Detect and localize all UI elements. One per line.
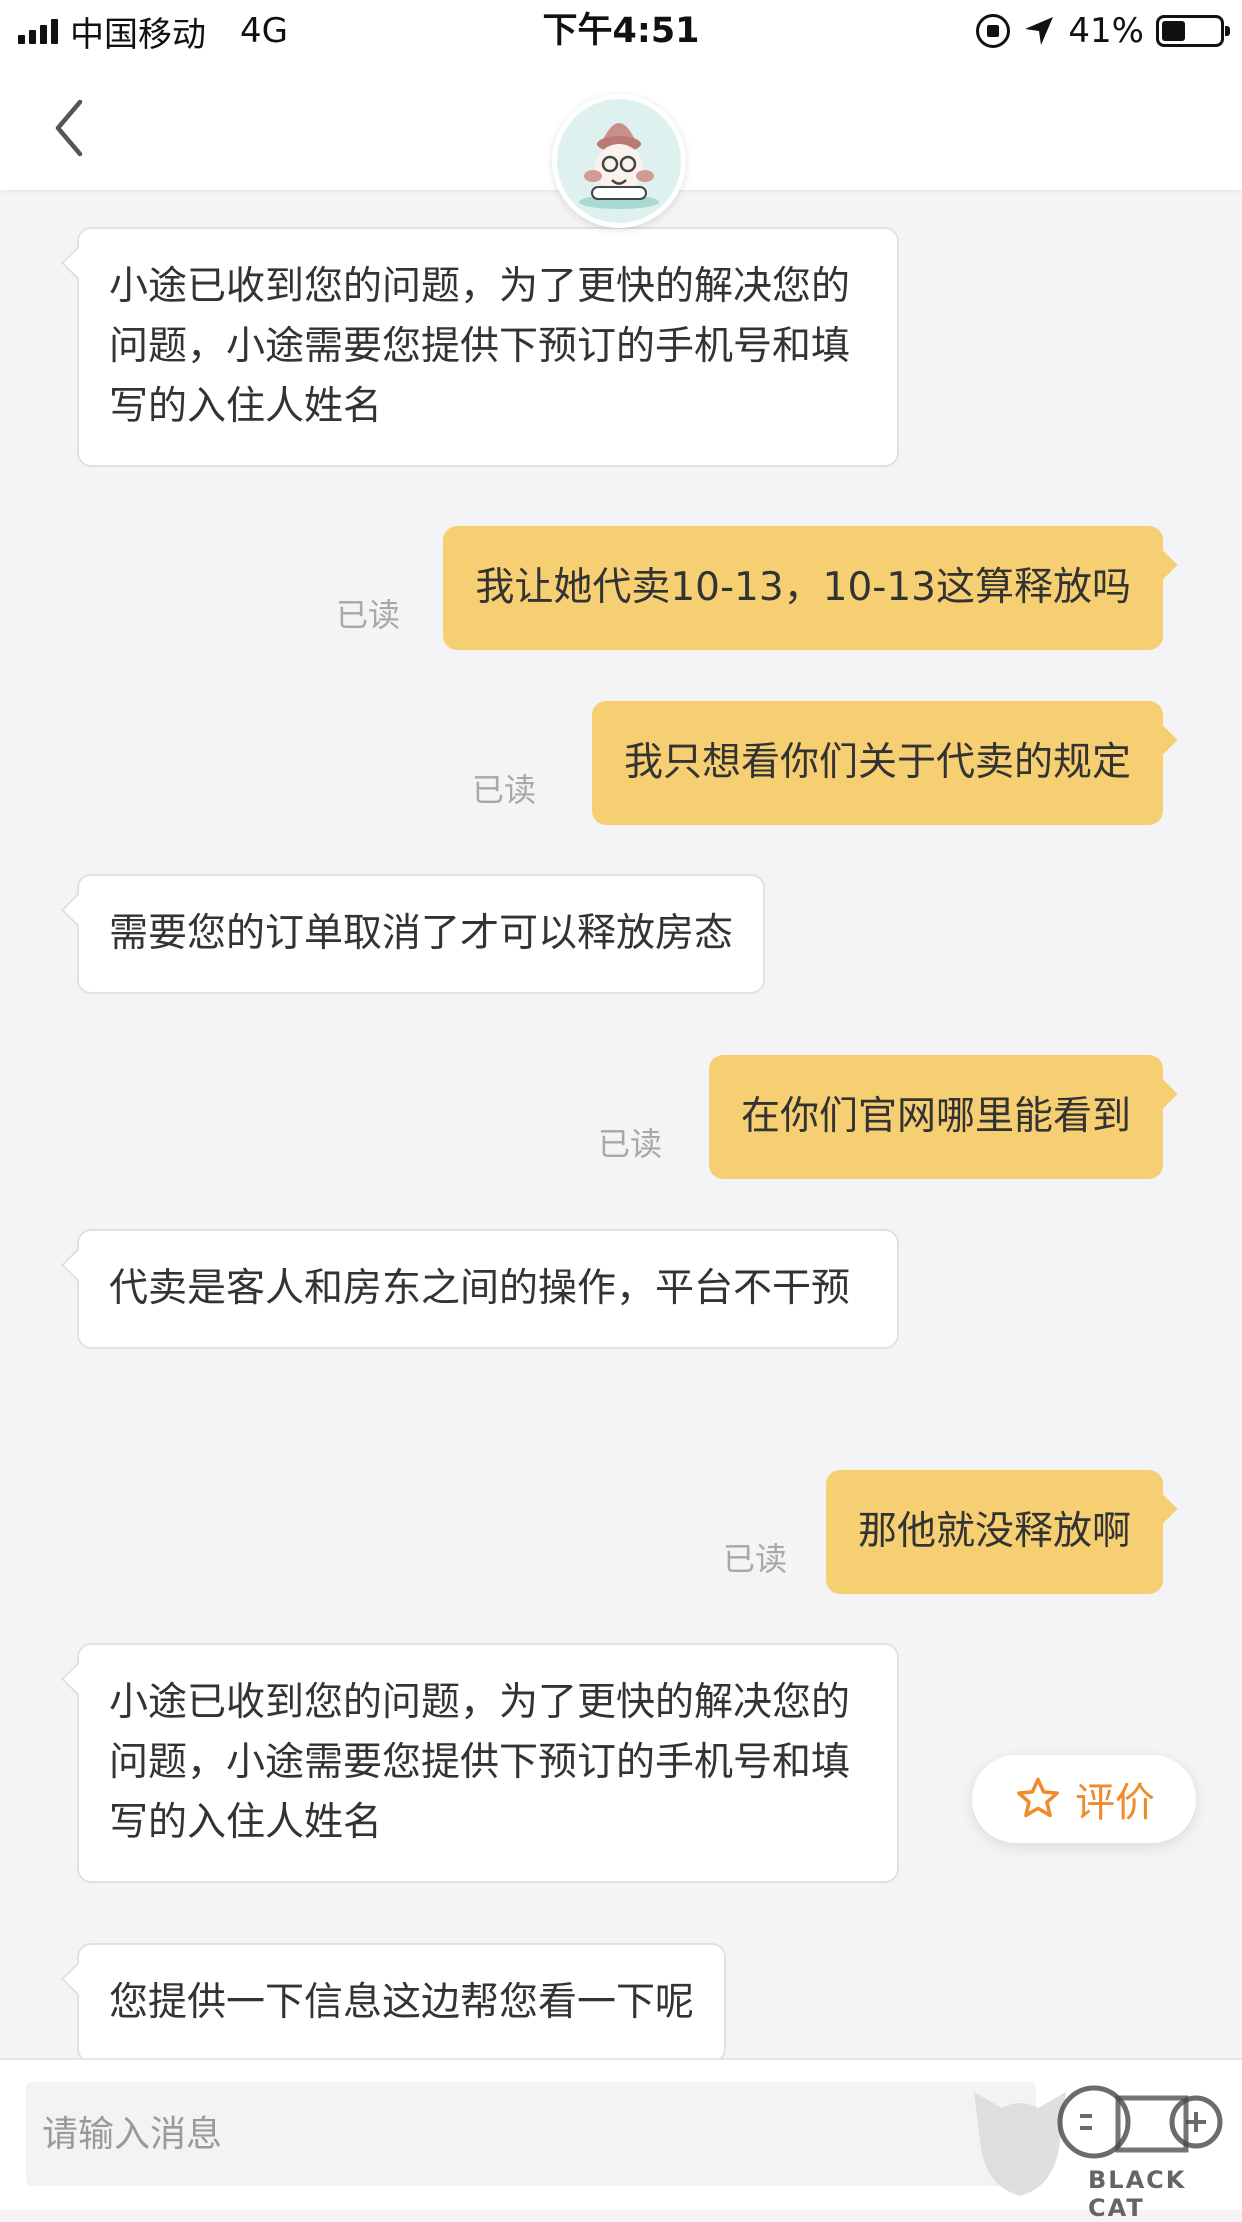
message-text: 您提供一下信息这边帮您看一下呢	[109, 1980, 695, 2025]
black-cat-watermark: BLACK CAT	[968, 2082, 1230, 2222]
message-incoming: 小途已收到您的问题，为了更快的解决您的问题，小途需要您提供下预订的手机号和填写的…	[77, 1643, 899, 1883]
location-arrow-icon	[1025, 17, 1054, 45]
nav-bar	[0, 62, 1242, 228]
battery-percent: 41%	[1068, 11, 1144, 51]
message-input[interactable]	[26, 2082, 1036, 2186]
message-text: 小途已收到您的问题，为了更快的解决您的问题，小途需要您提供下预订的手机号和填写的…	[109, 1680, 851, 1845]
message-incoming: 小途已收到您的问题，为了更快的解决您的问题，小途需要您提供下预订的手机号和填写的…	[77, 227, 899, 467]
message-outgoing: 在你们官网哪里能看到	[708, 1055, 1163, 1179]
message-text: 小途已收到您的问题，为了更快的解决您的问题，小途需要您提供下预订的手机号和填写的…	[109, 264, 851, 429]
message-incoming: 需要您的订单取消了才可以释放房态	[77, 874, 766, 994]
message-outgoing: 我让她代卖10-13，10-13这算释放吗	[443, 526, 1163, 650]
message-outgoing: 我只想看你们关于代卖的规定	[591, 701, 1163, 825]
message-text: 那他就没释放啊	[857, 1509, 1131, 1554]
status-bar: 中国移动 4G 下午4:51 41%	[0, 0, 1242, 62]
read-receipt: 已读	[598, 1125, 663, 1163]
read-receipt: 已读	[336, 596, 401, 634]
battery-icon	[1156, 15, 1230, 47]
read-receipt: 已读	[723, 1540, 788, 1578]
star-outline-icon	[1017, 1777, 1059, 1818]
read-receipt: 已读	[472, 771, 537, 809]
back-button[interactable]	[46, 92, 106, 164]
message-text: 需要您的订单取消了才可以释放房态	[109, 911, 734, 956]
rate-button[interactable]: 评价	[972, 1755, 1196, 1843]
status-right: 41%	[976, 6, 1230, 56]
avatar[interactable]	[552, 94, 686, 228]
message-text: 我只想看你们关于代卖的规定	[623, 740, 1131, 785]
message-text: 我让她代卖10-13，10-13这算释放吗	[475, 565, 1131, 610]
message-text: 在你们官网哪里能看到	[740, 1094, 1131, 1139]
rotation-lock-icon	[976, 14, 1011, 48]
watermark-text: BLACK CAT	[1088, 2166, 1187, 2222]
mascot-avatar-icon	[557, 99, 681, 223]
message-outgoing: 那他就没释放啊	[825, 1470, 1163, 1594]
rate-label: 评价	[1075, 1780, 1155, 1826]
chevron-left-icon	[55, 99, 83, 157]
message-incoming: 您提供一下信息这边帮您看一下呢	[77, 1943, 727, 2058]
message-text: 代卖是客人和房东之间的操作，平台不干预	[109, 1266, 851, 1311]
message-incoming: 代卖是客人和房东之间的操作，平台不干预	[77, 1229, 899, 1349]
